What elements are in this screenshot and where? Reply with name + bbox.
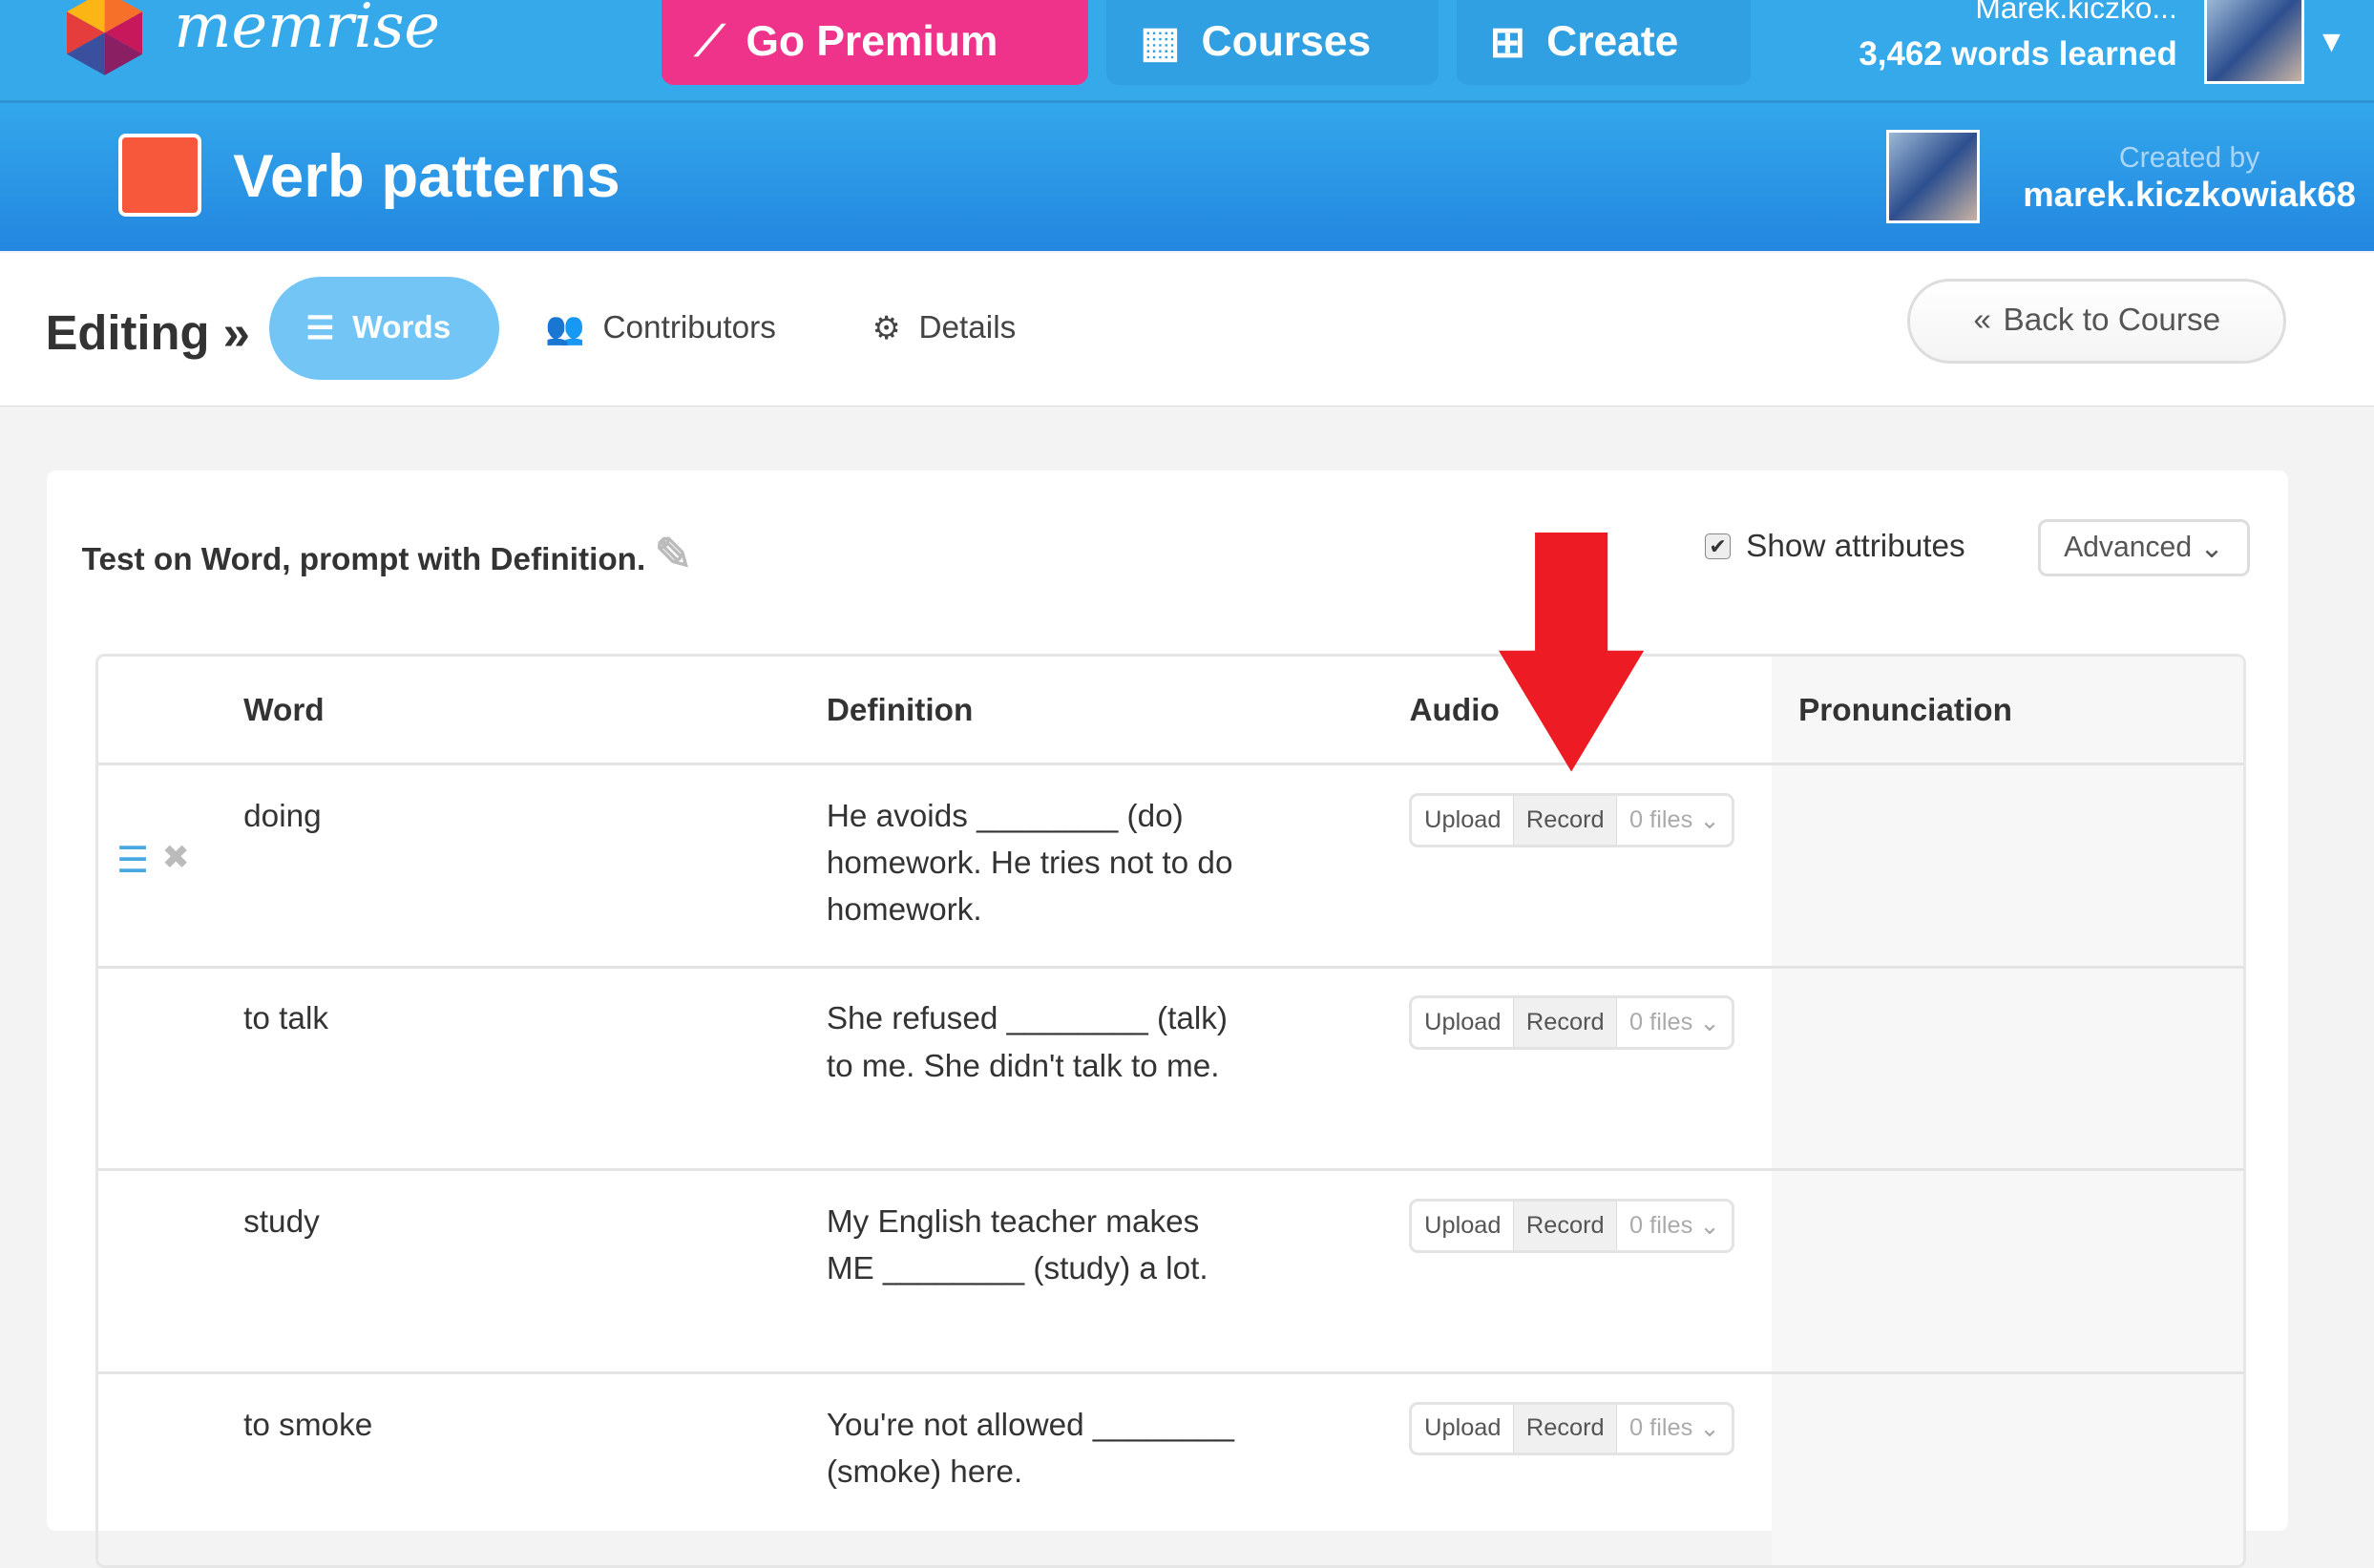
created-by: Created by marek.kiczkowiak68 bbox=[2023, 142, 2356, 215]
go-premium-button[interactable]: ⟋ Go Premium bbox=[662, 0, 1089, 85]
word-cell[interactable]: doing bbox=[243, 793, 321, 840]
words-learned: 3,462 words learned bbox=[1859, 35, 2177, 73]
definition-cell[interactable]: She refused ________ (talk) to me. She d… bbox=[827, 995, 1235, 1089]
editing-label: Editing » bbox=[45, 304, 250, 360]
memrise-logo[interactable] bbox=[66, 0, 143, 76]
upload-button[interactable]: Upload bbox=[1412, 795, 1515, 845]
create-button[interactable]: ⊞ Create bbox=[1456, 0, 1751, 85]
chart-icon: ⟋ bbox=[695, 18, 725, 66]
user-menu[interactable]: Marek.kiczko... 3,462 words learned bbox=[1859, 0, 2176, 73]
annotation-arrow bbox=[1499, 533, 1645, 772]
chevron-down-icon: ⌄ bbox=[2199, 532, 2224, 564]
files-dropdown[interactable]: 0 files ⌄ bbox=[1617, 1405, 1732, 1453]
definition-cell[interactable]: He avoids ________ (do) homework. He tri… bbox=[827, 793, 1235, 934]
tab-details[interactable]: ⚙ Details bbox=[836, 277, 1053, 380]
words-panel: Test on Word, prompt with Definition. ✎ … bbox=[47, 470, 2288, 1568]
delete-icon[interactable]: ✖ bbox=[162, 839, 190, 877]
audio-controls: Upload Record 0 files ⌄ bbox=[1409, 995, 1735, 1051]
definition-cell[interactable]: My English teacher makes ME ________ (st… bbox=[827, 1199, 1235, 1292]
files-dropdown[interactable]: 0 files ⌄ bbox=[1617, 1202, 1732, 1250]
record-button[interactable]: Record bbox=[1514, 795, 1618, 845]
show-attributes-toggle[interactable]: ✔ Show attributes bbox=[1704, 529, 1965, 565]
grid-icon: ▦ bbox=[1140, 18, 1181, 66]
back-to-course-button[interactable]: «Back to Course bbox=[1907, 278, 2286, 364]
drag-handle-icon[interactable]: ☰ bbox=[116, 839, 149, 882]
users-icon: 👥 bbox=[544, 310, 585, 346]
username: Marek.kiczko... bbox=[1975, 0, 2177, 26]
upload-button[interactable]: Upload bbox=[1412, 1201, 1515, 1250]
header-word: Word bbox=[243, 693, 325, 729]
gear-icon: ⚙ bbox=[872, 311, 901, 347]
words-table: Word Definition Audio Pronunciation ☰ ✖ d… bbox=[95, 654, 2247, 1568]
word-cell[interactable]: to smoke bbox=[243, 1402, 372, 1449]
double-chevron-left-icon: « bbox=[1973, 303, 1991, 339]
header-definition: Definition bbox=[826, 693, 974, 729]
upload-button[interactable]: Upload bbox=[1412, 998, 1515, 1048]
course-title[interactable]: Verb patterns bbox=[233, 142, 620, 211]
header-audio: Audio bbox=[1409, 693, 1500, 729]
record-button[interactable]: Record bbox=[1514, 998, 1618, 1048]
tab-words[interactable]: ☰ Words bbox=[269, 277, 500, 381]
list-icon: ☰ bbox=[305, 311, 335, 347]
definition-cell[interactable]: You're not allowed ________ (smoke) here… bbox=[827, 1402, 1235, 1495]
upload-button[interactable]: Upload bbox=[1412, 1404, 1515, 1453]
tab-contributors[interactable]: 👥 Contributors bbox=[509, 277, 812, 380]
show-attributes-checkbox[interactable]: ✔ bbox=[1704, 533, 1732, 560]
plus-icon: ⊞ bbox=[1489, 18, 1525, 66]
audio-controls: Upload Record 0 files ⌄ bbox=[1409, 792, 1735, 847]
files-dropdown[interactable]: 0 files ⌄ bbox=[1617, 796, 1732, 845]
header-pronunciation: Pronunciation bbox=[1798, 693, 2012, 729]
user-avatar[interactable] bbox=[2204, 0, 2304, 85]
top-navbar: memrise ⟋ Go Premium ▦ Courses ⊞ Create Mar… bbox=[0, 0, 2374, 103]
edit-subnav: Editing » ☰ Words 👥 Contributors ⚙ Details … bbox=[0, 252, 2374, 408]
audio-controls: Upload Record 0 files ⌄ bbox=[1409, 1198, 1735, 1253]
advanced-dropdown[interactable]: Advanced ⌄ bbox=[2037, 519, 2250, 577]
word-cell[interactable]: study bbox=[243, 1199, 320, 1245]
edit-pencil-icon[interactable]: ✎ bbox=[655, 530, 693, 580]
brand-name[interactable]: memrise bbox=[174, 0, 440, 61]
course-icon bbox=[117, 133, 201, 217]
chevron-down-icon[interactable]: ▼ bbox=[2317, 24, 2346, 59]
course-header: Verb patterns Created by marek.kiczkowia… bbox=[0, 102, 2374, 252]
courses-button[interactable]: ▦ Courses bbox=[1106, 0, 1439, 85]
record-button[interactable]: Record bbox=[1514, 1201, 1618, 1250]
creator-avatar[interactable] bbox=[1886, 130, 1981, 224]
test-description: Test on Word, prompt with Definition. ✎ bbox=[81, 529, 693, 580]
creator-link[interactable]: marek.kiczkowiak68 bbox=[2023, 175, 2356, 215]
record-button[interactable]: Record bbox=[1514, 1404, 1618, 1453]
files-dropdown[interactable]: 0 files ⌄ bbox=[1617, 998, 1732, 1047]
word-cell[interactable]: to talk bbox=[243, 995, 328, 1042]
audio-controls: Upload Record 0 files ⌄ bbox=[1409, 1401, 1735, 1456]
